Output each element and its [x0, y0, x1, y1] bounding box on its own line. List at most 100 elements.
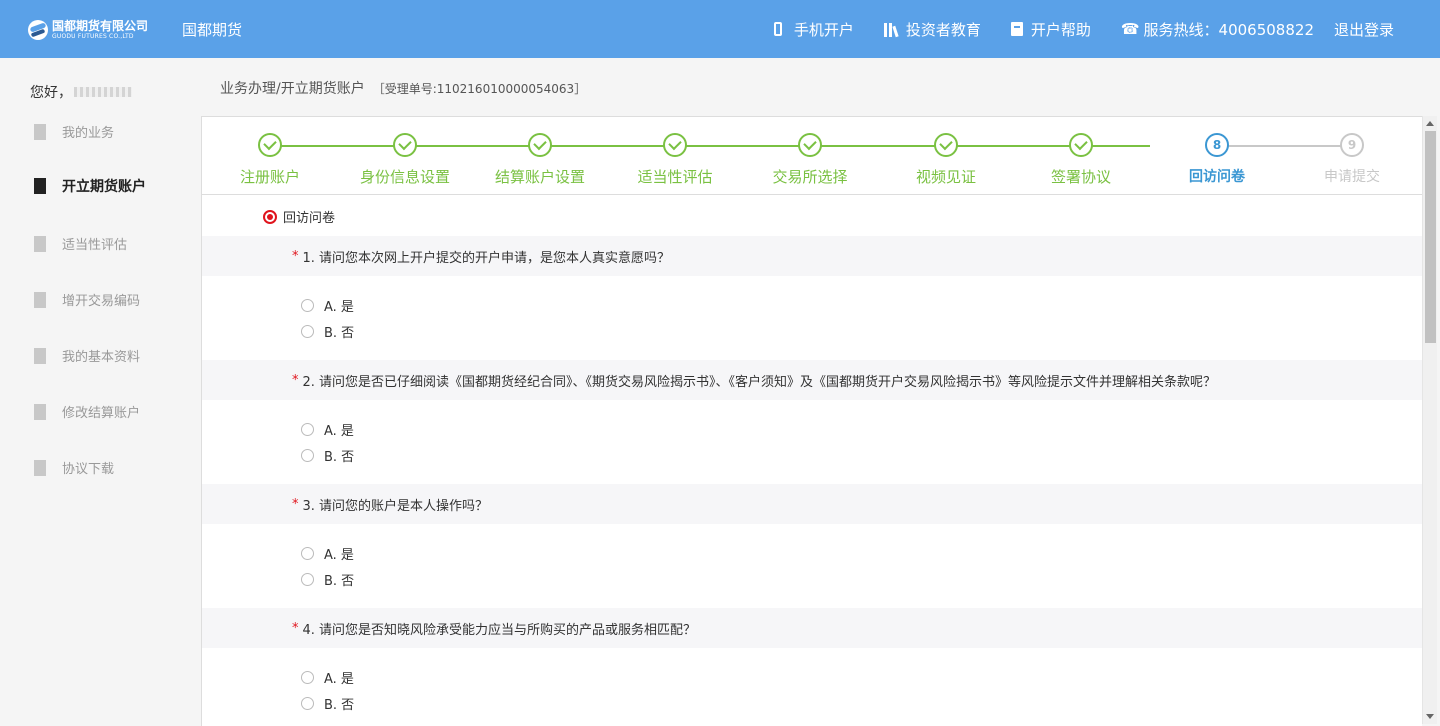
- scroll-down-arrow-icon[interactable]: [1426, 714, 1434, 719]
- option-b[interactable]: B. 否: [301, 570, 354, 589]
- sidebar-item-modify-settlement[interactable]: 修改结算账户: [34, 402, 140, 421]
- radio-button[interactable]: [301, 325, 314, 338]
- radio-dot-icon: [263, 209, 277, 224]
- step-label: 注册账户: [239, 168, 300, 186]
- option-label: A. 是: [324, 672, 354, 687]
- progress-steps: 注册账户 身份信息设置 结算账户设置 适当性评估 交易所选择 视频见证 签署协议…: [202, 117, 1422, 195]
- option-b[interactable]: B. 否: [301, 322, 354, 341]
- step-label: 签署协议: [1050, 168, 1111, 186]
- sidebar-item-suitability[interactable]: 适当性评估: [34, 234, 127, 253]
- survey-title-text: 回访问卷: [283, 211, 336, 226]
- radio-button[interactable]: [301, 573, 314, 586]
- check-icon: [934, 133, 958, 157]
- sidebar-item-agreement-download[interactable]: 协议下载: [34, 458, 114, 477]
- question-header: * 1. 请问您本次网上开户提交的开户申请，是您本人真实意愿吗？: [202, 236, 1422, 276]
- option-b[interactable]: B. 否: [301, 694, 354, 713]
- check-icon: [258, 133, 282, 157]
- greeting-text: 您好，: [30, 85, 72, 101]
- option-a[interactable]: A. 是: [301, 296, 354, 315]
- nav-mobile-open[interactable]: 手机开户: [773, 19, 854, 40]
- required-star: *: [292, 496, 299, 512]
- question-text: 3. 请问您的账户是本人操作吗？: [302, 498, 489, 514]
- nav-open-help[interactable]: 开户帮助: [1010, 19, 1091, 40]
- survey-section-title: 回访问卷: [263, 207, 335, 226]
- vertical-scrollbar[interactable]: [1422, 116, 1437, 724]
- radio-button[interactable]: [301, 423, 314, 436]
- option-label: B. 否: [324, 698, 355, 713]
- radio-button[interactable]: [301, 449, 314, 462]
- sidebar-bullet-icon: [34, 235, 46, 252]
- nav-investor-education[interactable]: 投资者教育: [883, 19, 981, 40]
- option-a[interactable]: A. 是: [301, 544, 354, 563]
- step-identity-info: 身份信息设置: [335, 133, 475, 187]
- mobile-phone-icon: [773, 22, 782, 36]
- step-label: 身份信息设置: [359, 168, 450, 186]
- sidebar-item-open-futures-account[interactable]: 开立期货账户: [34, 176, 146, 196]
- sidebar-item-label: 开立期货账户: [62, 179, 146, 195]
- step-number: 9: [1340, 133, 1364, 157]
- step-settlement-account: 结算账户设置: [470, 133, 610, 187]
- check-icon: [528, 133, 552, 157]
- sidebar-item-label: 我的业务: [62, 126, 115, 141]
- check-icon: [798, 133, 822, 157]
- question-text: 4. 请问您是否知晓风险承受能力应当与所购买的产品或服务相匹配？: [302, 622, 697, 638]
- step-sign-agreement: 签署协议: [1011, 133, 1151, 187]
- sidebar-item-label: 适当性评估: [62, 238, 128, 253]
- sidebar-bullet-icon: [34, 178, 46, 194]
- radio-button[interactable]: [301, 299, 314, 312]
- step-label: 交易所选择: [772, 168, 848, 186]
- user-greeting: 您好，: [30, 82, 132, 102]
- sidebar-item-label: 协议下载: [62, 462, 115, 477]
- question-2: * 2. 请问您是否已仔细阅读《国都期货经纪合同》、《期货交易风险揭示书》、《客…: [202, 360, 1422, 465]
- step-label: 申请提交: [1324, 169, 1380, 185]
- option-label: B. 否: [324, 574, 355, 589]
- sidebar-item-label: 增开交易编码: [62, 294, 141, 309]
- option-a[interactable]: A. 是: [301, 668, 354, 687]
- sidebar-bullet-icon: [34, 123, 46, 140]
- step-submit-application: 9 申请提交: [1282, 133, 1422, 186]
- required-star: *: [292, 248, 299, 264]
- brand-name[interactable]: 国都期货: [182, 19, 242, 40]
- logo-icon: [28, 20, 48, 40]
- company-logo[interactable]: 国都期货有限公司 GUODU FUTURES CO.,LTD: [28, 18, 148, 42]
- question-4: * 4. 请问您是否知晓风险承受能力应当与所购买的产品或服务相匹配？ A. 是 …: [202, 608, 1422, 713]
- check-icon: [663, 133, 687, 157]
- breadcrumb: 业务办理/开立期货账户 ［受理单号:110216010000054063］: [220, 78, 586, 98]
- sidebar-bullet-icon: [34, 403, 46, 420]
- radio-button[interactable]: [301, 671, 314, 684]
- question-header: * 2. 请问您是否已仔细阅读《国都期货经纪合同》、《期货交易风险揭示书》、《客…: [202, 360, 1422, 400]
- sidebar-bullet-icon: [34, 459, 46, 476]
- step-number: 8: [1205, 133, 1229, 157]
- step-label: 回访问卷: [1189, 169, 1245, 185]
- option-b[interactable]: B. 否: [301, 446, 354, 465]
- main-panel: 注册账户 身份信息设置 结算账户设置 适当性评估 交易所选择 视频见证 签署协议…: [201, 116, 1422, 726]
- option-label: B. 否: [324, 326, 355, 341]
- hotline-text: 服务热线：4006508822: [1143, 20, 1314, 39]
- sidebar-item-my-business[interactable]: 我的业务: [34, 122, 114, 141]
- nav-open-help-label: 开户帮助: [1030, 20, 1091, 39]
- logo-english-name: GUODU FUTURES CO.,LTD: [52, 33, 134, 40]
- help-book-icon: [1010, 22, 1023, 36]
- sidebar: 您好， 我的业务 开立期货账户 适当性评估 增开交易编码 我的基本资料 修改结算…: [0, 58, 200, 726]
- sidebar-bullet-icon: [34, 291, 46, 308]
- option-label: A. 是: [324, 300, 354, 315]
- sidebar-item-basic-info[interactable]: 我的基本资料: [34, 346, 140, 365]
- logout-link[interactable]: 退出登录: [1334, 19, 1394, 40]
- option-label: B. 否: [324, 450, 355, 465]
- sidebar-item-add-trading-code[interactable]: 增开交易编码: [34, 290, 140, 309]
- scrollbar-thumb[interactable]: [1425, 131, 1436, 343]
- top-nav: 手机开户 投资者教育 开户帮助 ☎ 服务热线：4006508822 退出登录: [744, 18, 1394, 40]
- radio-button[interactable]: [301, 697, 314, 710]
- ticket-number: ［受理单号:110216010000054063］: [372, 82, 587, 96]
- question-text: 2. 请问您是否已仔细阅读《国都期货经纪合同》、《期货交易风险揭示书》、《客户须…: [302, 374, 1217, 390]
- sidebar-item-label: 我的基本资料: [62, 350, 141, 365]
- scroll-up-arrow-icon[interactable]: [1426, 121, 1434, 126]
- step-label: 适当性评估: [637, 168, 713, 186]
- required-star: *: [292, 372, 299, 388]
- option-a[interactable]: A. 是: [301, 420, 354, 439]
- top-header: 国都期货有限公司 GUODU FUTURES CO.,LTD 国都期货 手机开户…: [0, 0, 1440, 58]
- step-suitability: 适当性评估: [605, 133, 745, 187]
- step-label: 视频见证: [915, 168, 976, 186]
- radio-button[interactable]: [301, 547, 314, 560]
- question-text: 1. 请问您本次网上开户提交的开户申请，是您本人真实意愿吗？: [302, 250, 671, 266]
